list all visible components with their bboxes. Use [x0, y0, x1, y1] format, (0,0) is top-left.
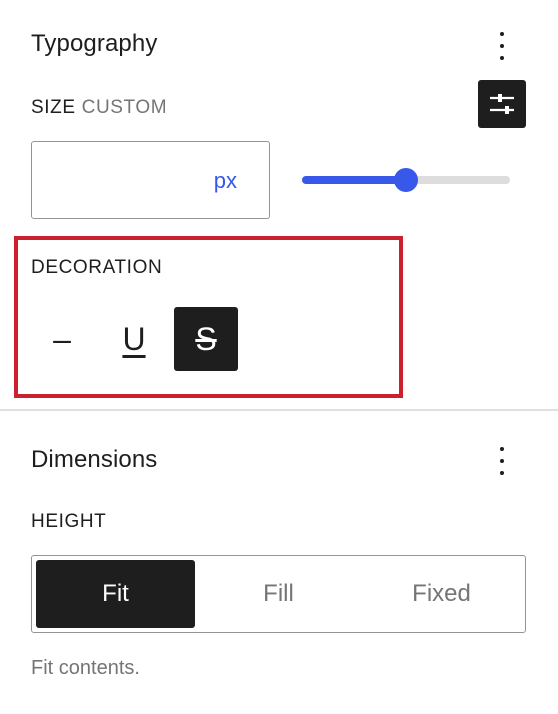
- height-option-fill[interactable]: Fill: [199, 560, 358, 628]
- sliders-icon: [490, 94, 514, 114]
- size-settings-button[interactable]: [478, 80, 526, 128]
- font-size-slider[interactable]: [302, 166, 510, 194]
- slider-fill: [302, 176, 406, 184]
- decoration-strikethrough-button[interactable]: S: [174, 307, 238, 371]
- section-divider: [0, 409, 558, 411]
- decoration-none-button[interactable]: –: [30, 307, 94, 371]
- height-option-fit[interactable]: Fit: [36, 560, 195, 628]
- typography-title: Typography: [31, 30, 158, 57]
- block-settings-panel: Typography SIZE CUSTOM px DECORATION – U …: [0, 0, 558, 714]
- size-mode: CUSTOM: [81, 97, 168, 118]
- underline-icon: U: [122, 320, 146, 357]
- more-vertical-icon[interactable]: [490, 28, 514, 64]
- size-label: SIZE CUSTOM: [31, 97, 168, 118]
- decoration-label: DECORATION: [31, 257, 163, 278]
- font-size-field[interactable]: px: [31, 141, 270, 219]
- unit-select[interactable]: px: [214, 168, 237, 194]
- height-help-text: Fit contents.: [31, 657, 140, 679]
- more-vertical-icon[interactable]: [490, 443, 514, 479]
- decoration-underline-button[interactable]: U: [102, 307, 166, 371]
- slider-thumb[interactable]: [394, 168, 418, 192]
- font-size-input[interactable]: [42, 142, 202, 217]
- dash-icon: –: [53, 320, 71, 357]
- height-option-fixed[interactable]: Fixed: [362, 560, 521, 628]
- height-label: HEIGHT: [31, 511, 107, 532]
- dimensions-title: Dimensions: [31, 446, 158, 473]
- strikethrough-icon: S: [195, 320, 217, 357]
- height-toggle-group: Fit Fill Fixed: [31, 555, 526, 633]
